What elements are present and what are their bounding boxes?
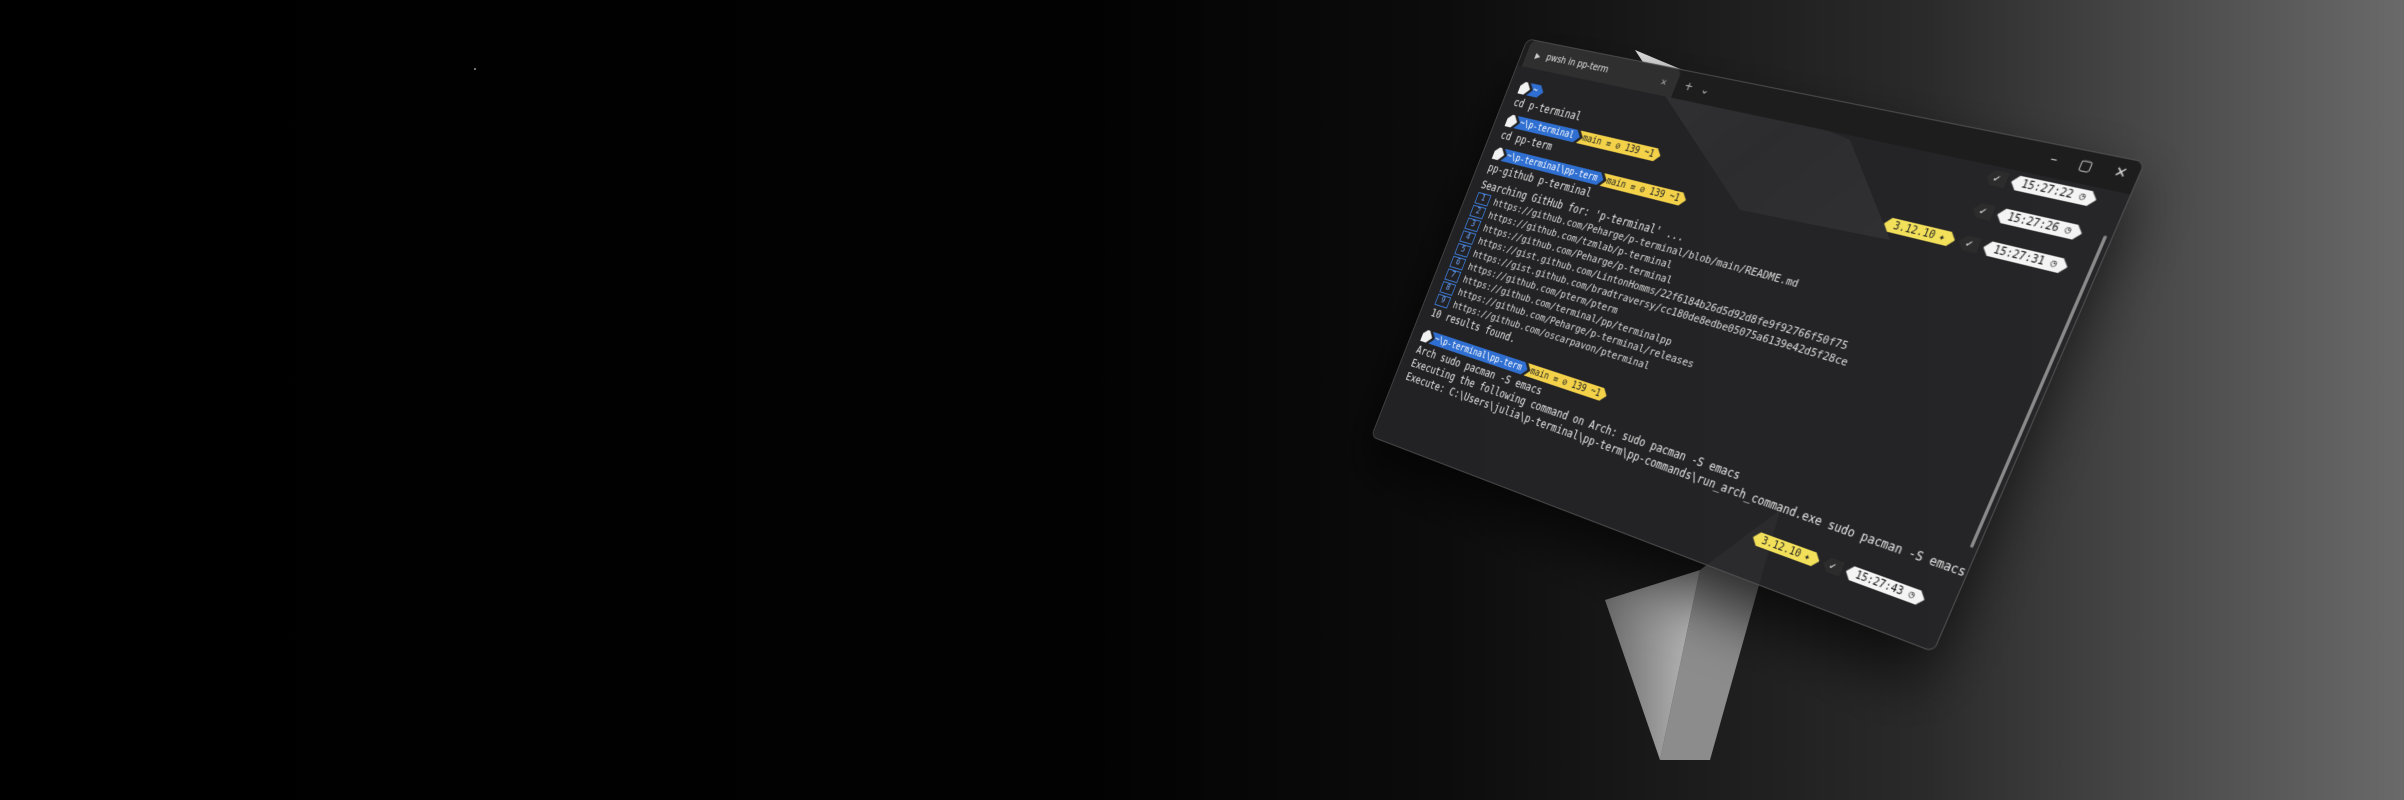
check-icon: ✓ [1820, 556, 1845, 577]
folder-segment: ~ [1526, 83, 1546, 98]
clock-icon: ◷ [2077, 191, 2088, 203]
version-text: 3.12.10 [1759, 535, 1803, 560]
terminal-window: ▶ pwsh in pp-term ✕ + ⌄ – ▢ ✕ ~ cd p-ter… [1370, 38, 2146, 653]
maximize-button[interactable]: ▢ [2076, 157, 2096, 176]
close-button[interactable]: ✕ [2111, 164, 2130, 182]
python-version-segment: 3.12.10 ✦ [1750, 530, 1822, 568]
minimize-button[interactable]: – [2047, 151, 2061, 168]
clock-icon: ◷ [2062, 224, 2074, 237]
terminal-icon: ▶ [1533, 49, 1543, 62]
clock-icon: ◷ [1906, 589, 1917, 602]
check-icon: ✓ [1970, 202, 1996, 221]
python-icon: ✦ [1802, 550, 1813, 564]
time-segment: 15:27:43 ◷ [1843, 564, 1927, 607]
time-text: 15:27:43 [1853, 569, 1906, 598]
new-tab-button[interactable]: + [1682, 79, 1695, 94]
python-icon: ✦ [1936, 231, 1948, 244]
clock-icon: ◷ [2048, 258, 2059, 270]
close-tab-icon[interactable]: ✕ [1659, 75, 1669, 88]
tab-dropdown-button[interactable]: ⌄ [1699, 83, 1713, 98]
